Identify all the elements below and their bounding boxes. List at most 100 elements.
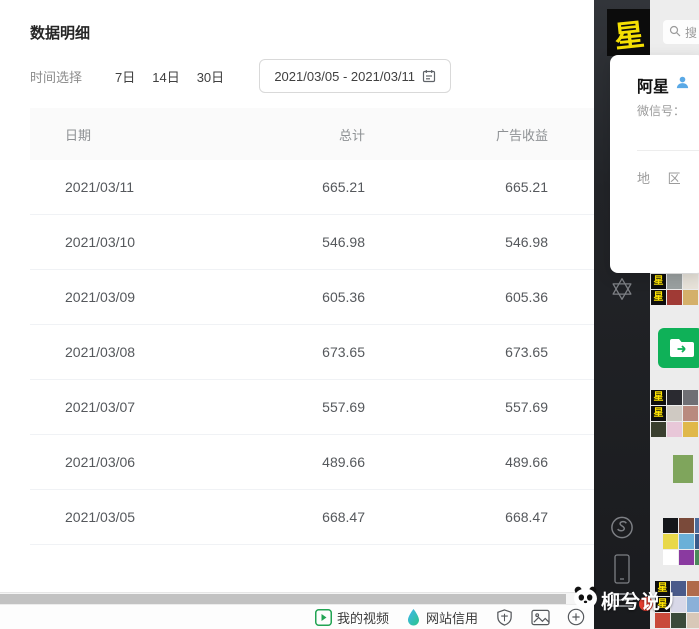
cell-date: 2021/03/06 (30, 454, 215, 470)
card-divider (637, 150, 699, 151)
cell-ad-revenue: 668.47 (365, 509, 594, 525)
chat-image-thumbnail[interactable] (655, 613, 670, 628)
cell-ad-revenue: 489.66 (365, 454, 594, 470)
date-range-value: 2021/03/05 - 2021/03/11 (274, 69, 415, 84)
chat-image-thumbnail[interactable]: 星 (655, 597, 670, 612)
contact-profile-card: 阿星 微信号： 地 区 (610, 55, 699, 273)
cell-ad-revenue: 665.21 (365, 179, 594, 195)
chat-image-thumbnail[interactable] (679, 534, 694, 549)
cell-date: 2021/03/09 (30, 289, 215, 305)
chat-image-thumbnail[interactable] (695, 534, 699, 549)
chat-image-thumbnail[interactable] (695, 550, 699, 565)
chat-image-thumbnail[interactable]: 星 (651, 390, 666, 405)
video-play-icon (315, 609, 332, 626)
search-text: 搜 (685, 24, 697, 41)
chat-image-thumbnail[interactable] (651, 422, 666, 437)
column-header-ad-revenue: 广告收益 (365, 125, 594, 144)
table-row: 2021/03/10 546.98 546.98 (30, 215, 594, 270)
chat-image-thumbnail[interactable] (667, 422, 682, 437)
chat-image-thumbnail[interactable] (683, 290, 698, 305)
search-input[interactable]: 搜 (663, 20, 699, 44)
chat-image-thumbnail[interactable] (663, 534, 678, 549)
chat-image-thumbnail[interactable] (695, 518, 699, 533)
cell-ad-revenue: 673.65 (365, 344, 594, 360)
table-row: 2021/03/11 665.21 665.21 (30, 160, 594, 215)
cell-total: 605.36 (215, 289, 365, 305)
hexagram-star-icon[interactable] (609, 276, 635, 307)
chat-image-thumbnail[interactable] (683, 390, 698, 405)
chat-image-thumbnail[interactable]: 星 (655, 581, 670, 596)
person-icon (675, 75, 690, 95)
chat-image-thumbnail[interactable] (667, 274, 682, 289)
contact-name: 阿星 (637, 73, 669, 97)
table-header-row: 日期 总计 广告收益 (30, 108, 594, 160)
chat-search-area: 搜 (650, 0, 699, 55)
chat-image-thumbnail[interactable] (687, 613, 699, 628)
chat-image-thumbnail[interactable] (683, 274, 698, 289)
shield-icon[interactable] (495, 608, 514, 627)
site-credit-label: 网站信用 (426, 608, 478, 627)
chat-image-thumbnail[interactable] (671, 613, 686, 628)
shared-folder-message[interactable] (658, 328, 699, 368)
chat-image-thumbnail[interactable] (667, 406, 682, 421)
chat-image-thumbnail[interactable]: 星 (651, 406, 666, 421)
menu-hamburger-icon[interactable] (611, 593, 633, 607)
chat-image-thumbnail[interactable] (687, 597, 699, 612)
cell-total: 668.47 (215, 509, 365, 525)
table-row: 2021/03/08 673.65 673.65 (30, 325, 594, 380)
chat-image-grid: 星星 (655, 581, 699, 628)
chat-image-thumbnail[interactable] (683, 406, 698, 421)
table-row: 2021/03/09 605.36 605.36 (30, 270, 594, 325)
chat-image-thumbnail[interactable] (687, 581, 699, 596)
cell-date: 2021/03/10 (30, 234, 215, 250)
cell-total: 489.66 (215, 454, 365, 470)
cell-date: 2021/03/11 (30, 179, 215, 195)
image-icon[interactable] (531, 609, 550, 626)
chat-image-grid: 星星 (651, 390, 698, 437)
calendar-icon (422, 69, 436, 83)
preset-30days[interactable]: 30日 (197, 67, 224, 86)
chat-image-thumbnail[interactable] (679, 550, 694, 565)
chat-image-grid (663, 518, 699, 565)
site-credit-button[interactable]: 网站信用 (406, 608, 478, 627)
cell-ad-revenue: 546.98 (365, 234, 594, 250)
table-row: 2021/03/07 557.69 557.69 (30, 380, 594, 435)
chat-image-thumbnail[interactable] (679, 518, 694, 533)
cell-total: 557.69 (215, 399, 365, 415)
contact-name-row: 阿星 (637, 73, 690, 97)
chat-image-thumbnail[interactable] (663, 518, 678, 533)
my-videos-button[interactable]: 我的视频 (315, 608, 389, 627)
cell-ad-revenue: 605.36 (365, 289, 594, 305)
plus-circle-icon[interactable] (567, 608, 585, 626)
folder-arrow-icon (668, 337, 694, 359)
chat-image-thumbnail[interactable] (667, 290, 682, 305)
browser-bottom-bar: 我的视频 网站信用 (0, 604, 594, 629)
video-channel-icon[interactable] (609, 514, 636, 546)
chat-image-thumbnail[interactable] (671, 597, 686, 612)
chat-image-thumbnail[interactable]: 星 (651, 290, 666, 305)
column-header-date: 日期 (30, 125, 215, 144)
date-range-picker[interactable]: 2021/03/05 - 2021/03/11 (259, 59, 451, 93)
my-videos-label: 我的视频 (337, 608, 389, 627)
chat-image-thumbnail[interactable] (663, 550, 678, 565)
chat-image-thumbnail[interactable] (673, 455, 693, 483)
chat-image-thumbnail[interactable] (667, 390, 682, 405)
contact-avatar[interactable]: 星 (607, 9, 650, 56)
preset-14days[interactable]: 14日 (152, 67, 179, 86)
cell-total: 665.21 (215, 179, 365, 195)
data-detail-panel: 数据明细 时间选择 7日 14日 30日 2021/03/05 - 2021/0… (0, 0, 594, 629)
chat-image-thumbnail[interactable]: 星 (651, 274, 666, 289)
search-icon (669, 25, 681, 40)
preset-7days[interactable]: 7日 (115, 67, 135, 86)
cell-total: 673.65 (215, 344, 365, 360)
cell-date: 2021/03/08 (30, 344, 215, 360)
avatar-character: 星 (611, 9, 645, 56)
table-row: 2021/03/06 489.66 489.66 (30, 435, 594, 490)
phone-icon[interactable] (610, 552, 634, 591)
chat-image-thumbnail[interactable] (683, 422, 698, 437)
chat-image-thumbnail[interactable] (671, 581, 686, 596)
wechat-id-label: 微信号： (637, 102, 685, 119)
table-row: 2021/03/05 668.47 668.47 (30, 490, 594, 545)
screenshot-root: 数据明细 时间选择 7日 14日 30日 2021/03/05 - 2021/0… (0, 0, 699, 629)
cell-total: 546.98 (215, 234, 365, 250)
